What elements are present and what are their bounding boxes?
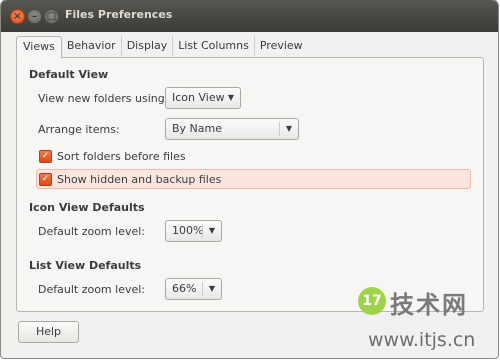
tab-behavior[interactable]: Behavior <box>62 36 122 56</box>
icon-view-defaults-heading: Icon View Defaults <box>29 201 145 214</box>
list-view-defaults-heading: List View Defaults <box>29 259 142 272</box>
tab-bar: Views Behavior Display List Columns Prev… <box>16 36 308 59</box>
watermark-name: 技术网 <box>390 291 468 319</box>
tab-views[interactable]: Views <box>16 36 62 59</box>
show-hidden-checkbox[interactable]: ✓ <box>39 172 52 186</box>
icon-zoom-label: Default zoom level: <box>38 225 145 238</box>
views-panel: Default View View new folders using: Ico… <box>16 57 484 312</box>
site-watermark: 17 技术网 www.itjs.cn <box>354 285 500 361</box>
list-zoom-dropdown[interactable]: 66% ▼ <box>165 278 222 300</box>
chevron-down-icon: ▼ <box>208 284 216 293</box>
list-zoom-label: Default zoom level: <box>38 283 145 296</box>
sort-folders-option[interactable]: ✓ Sort folders before files <box>37 147 470 165</box>
show-hidden-label: Show hidden and backup files <box>57 172 222 186</box>
watermark-url: www.itjs.cn <box>368 329 476 351</box>
list-zoom-value: 66% <box>172 282 197 295</box>
window-title: Files Preferences <box>65 8 173 21</box>
close-icon: × <box>13 10 22 22</box>
sort-folders-checkbox[interactable]: ✓ <box>39 149 52 163</box>
show-hidden-option[interactable]: ✓ Show hidden and backup files <box>36 169 471 189</box>
arrange-items-label: Arrange items: <box>38 123 120 136</box>
view-new-folders-label: View new folders using: <box>38 92 169 105</box>
tab-list-columns[interactable]: List Columns <box>173 36 255 56</box>
help-button[interactable]: Help <box>18 321 79 343</box>
maximize-icon: □ <box>46 10 57 22</box>
arrange-items-dropdown[interactable]: By Name ▼ <box>165 118 299 140</box>
tab-preview[interactable]: Preview <box>255 36 308 56</box>
title-bar[interactable]: × – □ Files Preferences <box>1 0 498 32</box>
chevron-down-icon: ▼ <box>208 226 216 235</box>
arrange-items-value: By Name <box>172 122 223 135</box>
chevron-down-icon: ▼ <box>227 93 235 102</box>
view-new-folders-value: Icon View <box>172 91 225 104</box>
watermark-logo-icon: 17 <box>358 287 386 315</box>
minimize-window-button[interactable]: – <box>27 9 42 24</box>
tab-display[interactable]: Display <box>122 36 174 56</box>
checkmark-icon: ✓ <box>41 173 50 184</box>
close-window-button[interactable]: × <box>10 9 25 24</box>
icon-zoom-value: 100% <box>172 224 204 237</box>
chevron-down-icon: ▼ <box>285 124 293 133</box>
view-new-folders-dropdown[interactable]: Icon View ▼ <box>165 87 241 109</box>
checkmark-icon: ✓ <box>41 150 50 161</box>
sort-folders-label: Sort folders before files <box>57 149 186 163</box>
maximize-window-button[interactable]: □ <box>44 9 59 24</box>
default-view-heading: Default View <box>29 68 109 81</box>
minimize-icon: – <box>32 10 37 22</box>
icon-zoom-dropdown[interactable]: 100% ▼ <box>165 220 222 242</box>
